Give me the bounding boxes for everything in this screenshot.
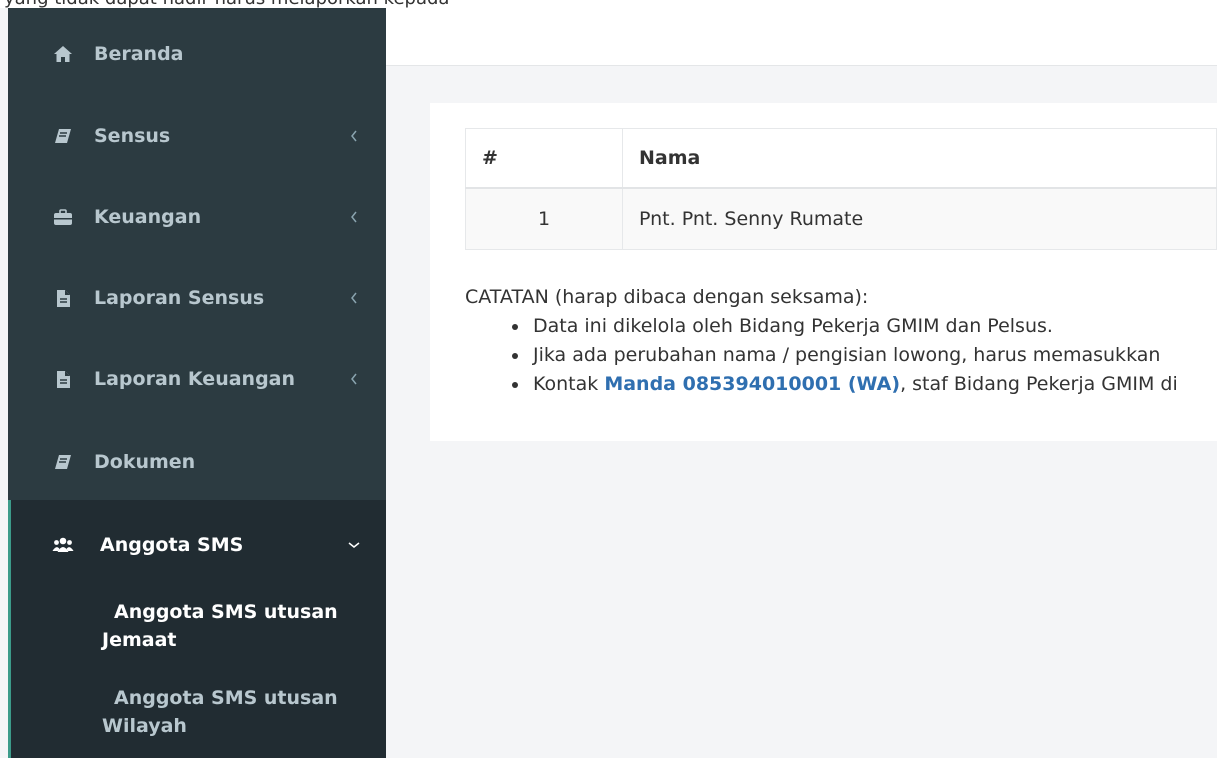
file-icon	[52, 287, 74, 309]
list-item: Jika ada perubahan nama / pengisian lowo…	[512, 341, 1217, 370]
chevron-left-icon	[346, 290, 362, 306]
table-row: 1 Pnt. Pnt. Senny Rumate	[465, 187, 1217, 250]
sidebar-item-label: Laporan Keuangan	[94, 368, 296, 390]
briefcase-icon	[52, 206, 74, 228]
sidebar-item-label: Anggota SMS	[100, 534, 244, 556]
contact-whatsapp-link[interactable]: Manda 085394010001 (WA)	[604, 373, 900, 395]
chevron-left-icon	[346, 371, 362, 387]
sidebar-item-label: Sensus	[94, 125, 171, 147]
sidebar-item-label: Beranda	[94, 43, 184, 65]
book-icon	[52, 125, 74, 147]
column-header-number: #	[465, 128, 623, 189]
sidebar-item-label: Dokumen	[94, 451, 196, 473]
sidebar-item-dokumen[interactable]: Dokumen	[8, 430, 386, 494]
sidebar-item-sensus[interactable]: Sensus	[8, 104, 386, 168]
users-icon	[52, 534, 74, 556]
top-cutoff-label: yang tidak dapat hadir harus melaporkan …	[4, 0, 449, 8]
sidebar-subitem-label: Anggota SMS utusan Jemaat	[102, 601, 338, 651]
notes-list: Data ini dikelola oleh Bidang Pekerja GM…	[465, 312, 1217, 399]
book-icon	[52, 451, 74, 473]
file-icon	[52, 368, 74, 390]
sidebar-item-laporan-sensus[interactable]: Laporan Sensus	[8, 266, 386, 330]
list-item: Data ini dikelola oleh Bidang Pekerja GM…	[512, 312, 1217, 341]
sidebar: Beranda Sensus Keuangan Laporan Sensus L…	[8, 8, 386, 758]
table-cell-nama: Pnt. Pnt. Senny Rumate	[622, 187, 1217, 250]
home-icon	[52, 43, 74, 65]
sidebar-item-anggota-sms[interactable]: Anggota SMS	[8, 513, 386, 577]
contact-suffix: , staf Bidang Pekerja GMIM di	[900, 373, 1178, 395]
sidebar-item-beranda[interactable]: Beranda	[8, 22, 386, 86]
sidebar-subitem-anggota-sms-wilayah[interactable]: Anggota SMS utusan Wilayah	[102, 684, 362, 740]
chevron-down-icon	[346, 537, 362, 553]
sidebar-item-keuangan[interactable]: Keuangan	[8, 185, 386, 249]
sidebar-subitem-label: Anggota SMS utusan Wilayah	[102, 687, 338, 737]
header-bar	[386, 8, 1217, 66]
chevron-left-icon	[346, 128, 362, 144]
anggota-table: # Nama 1 Pnt. Pnt. Senny Rumate	[465, 128, 1217, 250]
chevron-left-icon	[346, 209, 362, 225]
sidebar-item-label: Keuangan	[94, 206, 202, 228]
page: yang tidak dapat hadir harus melaporkan …	[0, 0, 1217, 758]
notes-title: CATATAN (harap dibaca dengan seksama):	[465, 286, 869, 308]
top-cutoff-text: yang tidak dapat hadir harus melaporkan …	[0, 0, 1217, 8]
table-header-row: # Nama	[465, 128, 1217, 189]
notes-section: CATATAN (harap dibaca dengan seksama): D…	[465, 283, 1217, 399]
column-header-nama: Nama	[622, 128, 1217, 189]
contact-prefix: Kontak	[533, 373, 605, 395]
list-item: Kontak Manda 085394010001 (WA), staf Bid…	[512, 370, 1217, 399]
sidebar-item-label: Laporan Sensus	[94, 287, 265, 309]
sidebar-item-laporan-keuangan[interactable]: Laporan Keuangan	[8, 347, 386, 411]
table-cell-number: 1	[465, 187, 623, 250]
sidebar-subitem-anggota-sms-jemaat[interactable]: Anggota SMS utusan Jemaat	[102, 598, 362, 654]
sidebar-active-indicator	[8, 500, 11, 758]
